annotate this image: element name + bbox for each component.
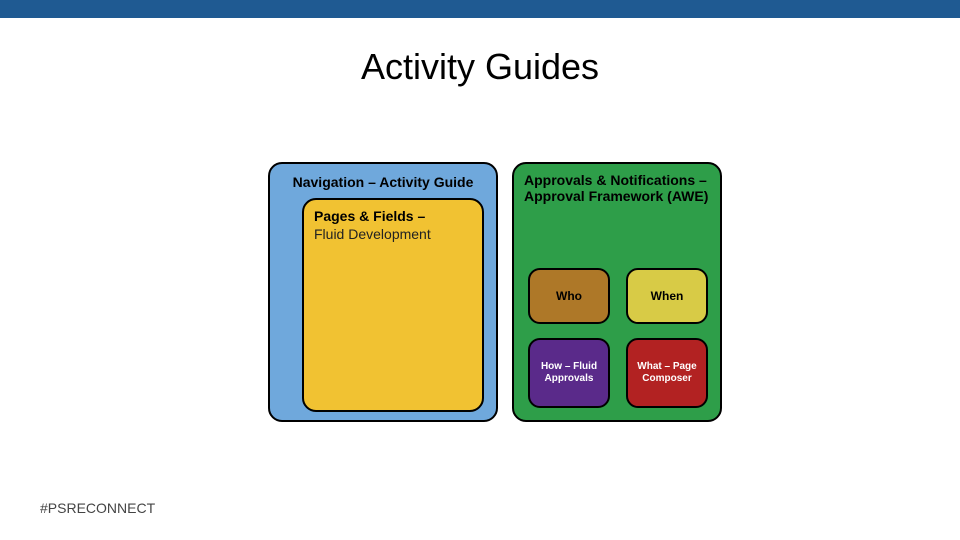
who-box: Who (528, 268, 610, 324)
slide: Activity Guides Navigation – Activity Gu… (0, 0, 960, 540)
how-label: How – Fluid Approvals (534, 361, 604, 385)
when-box: When (626, 268, 708, 324)
what-box: What – Page Composer (626, 338, 708, 408)
what-label: What – Page Composer (632, 361, 702, 385)
navigation-label: Navigation – Activity Guide (282, 174, 484, 192)
top-bar (0, 0, 960, 18)
who-label: Who (556, 289, 582, 303)
pages-fields-label-bold: Pages & Fields – (314, 208, 425, 224)
footer-hashtag: #PSRECONNECT (40, 500, 155, 516)
pages-fields-label: Pages & Fields – Fluid Development (314, 208, 472, 243)
how-box: How – Fluid Approvals (528, 338, 610, 408)
when-label: When (651, 289, 684, 303)
approvals-label: Approvals & Notifications – Approval Fra… (524, 172, 710, 204)
slide-title: Activity Guides (0, 46, 960, 88)
pages-fields-box: Pages & Fields – Fluid Development (302, 198, 484, 412)
pages-fields-label-reg: Fluid Development (314, 226, 431, 242)
